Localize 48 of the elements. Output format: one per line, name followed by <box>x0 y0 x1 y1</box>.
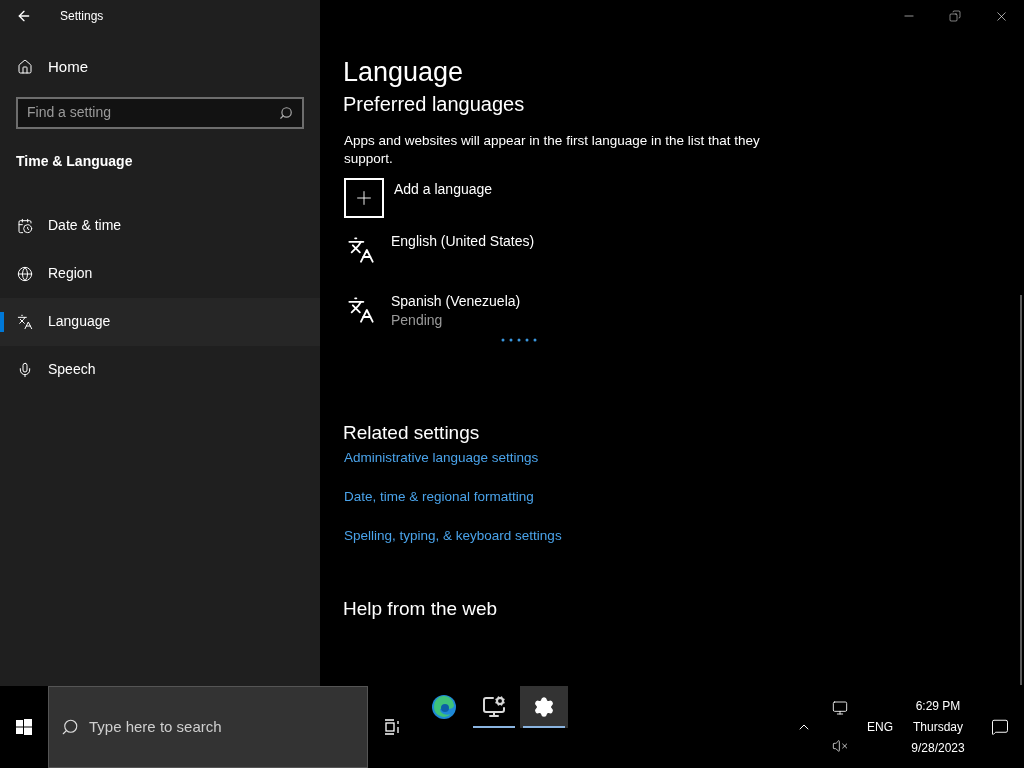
section-heading: Time & Language <box>16 151 134 171</box>
section-heading: Preferred languages <box>343 92 526 117</box>
globe-icon <box>17 265 33 282</box>
restore-icon <box>949 10 961 22</box>
windows-logo-icon <box>16 719 32 735</box>
nav-item[interactable]: Date & time <box>0 201 320 250</box>
search-box[interactable]: Find a setting <box>16 96 304 129</box>
list-row[interactable]: Spanish (Venezuela) Pending <box>347 292 647 352</box>
taskbar-search-box[interactable]: Type here to search <box>48 686 368 768</box>
section-heading: Related settings <box>343 421 481 445</box>
add-language-button[interactable]: Add a language <box>344 178 493 218</box>
language-indicator: ENG <box>866 719 894 736</box>
language-name: English (United States) <box>391 232 535 251</box>
notification-icon <box>991 718 1009 736</box>
language-icon <box>347 236 375 264</box>
home-icon <box>17 59 33 76</box>
settings-link[interactable]: Administrative language settings <box>344 448 539 468</box>
calendar-icon <box>17 217 33 234</box>
monitor-icon <box>482 695 506 719</box>
list-row[interactable]: English (United States) <box>347 232 647 292</box>
page-title: Language <box>343 56 465 89</box>
clock-time: 6:29 PM <box>915 697 961 715</box>
nav-item[interactable]: Speech <box>0 345 320 394</box>
window-title: Settings <box>60 8 104 25</box>
search-input[interactable]: Find a setting <box>27 102 279 123</box>
section-heading: Help from the web <box>343 597 499 621</box>
volume-muted-icon <box>832 738 848 754</box>
home-link[interactable]: Home <box>17 56 320 79</box>
clock-day: Thursday <box>913 716 963 738</box>
taskbar-search-input[interactable]: Type here to search <box>89 715 355 739</box>
language-icon <box>347 296 375 324</box>
language-name: Spanish (Venezuela) <box>391 292 522 311</box>
back-button[interactable] <box>16 8 32 24</box>
clock-date: 9/28/2023 <box>911 739 965 757</box>
nav-item[interactable]: Language <box>0 297 320 346</box>
network-icon <box>832 700 848 716</box>
search-icon <box>61 718 79 736</box>
browser-icon <box>431 694 457 720</box>
language-icon <box>17 313 33 330</box>
search-icon <box>279 105 293 120</box>
microphone-icon <box>17 361 33 378</box>
taskbar-app[interactable] <box>520 686 568 728</box>
settings-link[interactable]: Date, time & regional formatting <box>344 487 534 507</box>
settings-link[interactable]: Spelling, typing, & keyboard settings <box>344 526 562 546</box>
nav-item[interactable]: Region <box>0 249 320 298</box>
description: Apps and websites will appear in the first language in the list that they support. <box>344 132 761 168</box>
status-text: Pending <box>391 311 444 330</box>
task-view-icon <box>384 719 400 735</box>
